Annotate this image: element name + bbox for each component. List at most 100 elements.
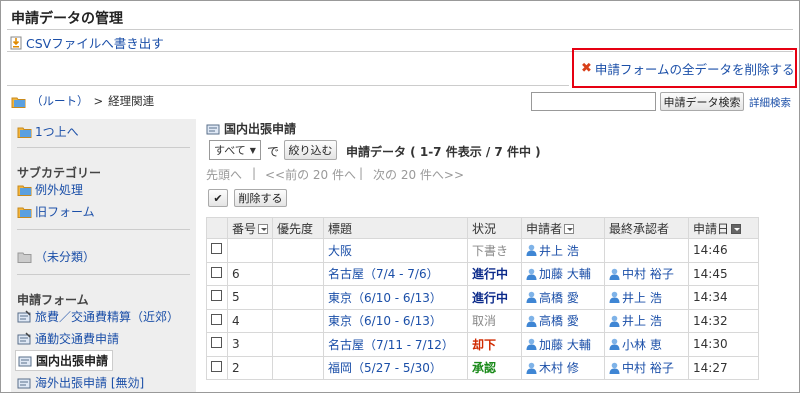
- search-input[interactable]: [531, 92, 656, 111]
- form-icon: [206, 124, 220, 135]
- sidebar-item-exception[interactable]: 例外処理: [17, 181, 83, 198]
- row-checkbox[interactable]: [211, 243, 222, 255]
- row-applicant-link[interactable]: 高橋 愛: [526, 312, 579, 329]
- delete-all-data-link[interactable]: ✖ 申請フォームの全データを削除する: [581, 59, 795, 78]
- row-applicant-cell: 加藤 大輔: [521, 261, 606, 286]
- folder-icon: [11, 97, 26, 108]
- sort-desc-icon[interactable]: [731, 224, 742, 234]
- row-subject-link[interactable]: 大阪: [328, 244, 352, 258]
- row-checkbox[interactable]: [211, 290, 222, 302]
- row-checkbox[interactable]: [211, 266, 222, 278]
- pager-separator: |: [252, 166, 257, 180]
- form-icon: [18, 356, 32, 367]
- row-approver-name: 小林 恵: [622, 337, 662, 352]
- row-approver-link[interactable]: 中村 裕子: [609, 265, 674, 282]
- row-select-cell: [206, 238, 228, 263]
- row-checkbox[interactable]: [211, 313, 222, 325]
- search-button[interactable]: 申請データ検索: [660, 92, 744, 111]
- sidebar-divider: [17, 147, 190, 148]
- form-icon: [17, 332, 31, 345]
- row-date: 14:32: [688, 308, 760, 333]
- row-applicant-link[interactable]: 井上 浩: [526, 242, 579, 259]
- table-row: 3 名古屋（7/11 - 7/12） 却下 加藤 大輔 小林 恵 14:30: [206, 332, 760, 357]
- header-date[interactable]: 申請日: [688, 217, 760, 239]
- row-subject-cell: 東京（6/10 - 6/13）: [323, 285, 469, 310]
- row-number: 5: [226, 285, 274, 310]
- csv-download-icon: [10, 36, 22, 49]
- row-approver-cell: [604, 238, 690, 263]
- table-header-row: 番号 優先度 標題 状況 申請者 最終承認者 申請日: [206, 217, 760, 239]
- row-approver-name: 中村 裕子: [622, 267, 674, 281]
- row-number: 6: [226, 261, 274, 286]
- row-applicant-name: 高橋 愛: [539, 314, 579, 328]
- sidebar-item-uncategorized[interactable]: （未分類）: [17, 248, 95, 265]
- sidebar-form-travel-expense[interactable]: 旅費／交通費精算（近郊）: [17, 308, 179, 325]
- row-number: 4: [226, 308, 274, 333]
- sidebar-item-old-forms[interactable]: 旧フォーム: [17, 203, 95, 220]
- sort-icon[interactable]: [258, 224, 269, 234]
- breadcrumb-current: 経理関連: [108, 94, 155, 108]
- header-number[interactable]: 番号: [226, 217, 274, 239]
- filter-button[interactable]: 絞り込む: [284, 140, 337, 160]
- breadcrumb-separator: >: [93, 94, 104, 108]
- row-checkbox[interactable]: [211, 360, 222, 372]
- form-icon: [17, 378, 31, 389]
- checkmark-icon: ✔: [213, 191, 223, 205]
- row-subject-link[interactable]: 東京（6/10 - 6/13）: [328, 291, 442, 305]
- table-row: 2 福岡（5/27 - 5/30） 承認 木村 修 中村 裕子 14:27: [206, 355, 760, 380]
- row-subject-link[interactable]: 名古屋（7/11 - 7/12）: [328, 338, 454, 352]
- status-filter-select[interactable]: すべて ▼: [209, 140, 261, 160]
- data-table: 番号 優先度 標題 状況 申請者 最終承認者 申請日 大阪 下書き 井上 浩 14:4…: [206, 217, 760, 380]
- row-approver-link[interactable]: 中村 裕子: [609, 359, 674, 376]
- advanced-search-link[interactable]: 詳細検索: [749, 95, 791, 110]
- sidebar-form-domestic-trip[interactable]: 国内出張申請: [15, 350, 114, 371]
- select-all-button[interactable]: ✔: [208, 189, 228, 207]
- row-date: 14:45: [688, 261, 760, 286]
- sidebar-up-link[interactable]: 1つ上へ: [17, 123, 79, 140]
- sidebar-item-label: 例外処理: [35, 183, 84, 197]
- forms-heading: 申請フォーム: [17, 293, 89, 307]
- row-applicant-cell: 高橋 愛: [521, 308, 606, 333]
- breadcrumb-root[interactable]: （ルート）: [31, 93, 89, 109]
- table-row: 6 名古屋（7/4 - 7/6） 進行中 加藤 大輔 中村 裕子 14:45: [206, 261, 760, 286]
- delete-button[interactable]: 削除する: [234, 189, 287, 207]
- row-status: 進行中: [467, 261, 523, 286]
- row-applicant-link[interactable]: 木村 修: [526, 359, 579, 376]
- sidebar-up-label: 1つ上へ: [35, 125, 79, 139]
- sidebar-form-overseas-trip[interactable]: 海外出張申請 [無効]: [17, 374, 144, 391]
- folder-gray-icon: [17, 252, 32, 263]
- filter-label: で: [267, 145, 280, 159]
- sidebar-form-commute[interactable]: 通勤交通費申請: [17, 330, 119, 347]
- user-icon: [609, 362, 620, 374]
- table-body: 大阪 下書き 井上 浩 14:46 6 名古屋（7/4 - 7/6） 進行中 加藤 大輔 中村 …: [206, 238, 760, 380]
- row-priority: [272, 261, 325, 286]
- row-applicant-name: 井上 浩: [539, 243, 579, 258]
- row-applicant-link[interactable]: 高橋 愛: [526, 289, 579, 306]
- form-icon: [17, 310, 31, 323]
- sort-icon[interactable]: [564, 224, 575, 234]
- header-applicant[interactable]: 申請者: [521, 217, 606, 239]
- row-approver-link[interactable]: 井上 浩: [609, 289, 662, 306]
- row-select-cell: [206, 332, 228, 357]
- row-subject-link[interactable]: 名古屋（7/4 - 7/6）: [328, 267, 439, 281]
- row-select-cell: [206, 261, 228, 286]
- row-approver-name: 井上 浩: [622, 314, 662, 328]
- user-icon: [609, 338, 620, 350]
- row-approver-cell: 小林 恵: [604, 332, 690, 357]
- user-icon: [609, 315, 620, 327]
- row-checkbox[interactable]: [211, 337, 222, 349]
- row-applicant-link[interactable]: 加藤 大輔: [526, 265, 591, 282]
- pager-next: 次の 20 件へ>>: [373, 168, 465, 182]
- row-applicant-link[interactable]: 加藤 大輔: [526, 336, 591, 353]
- row-applicant-name: 高橋 愛: [539, 290, 579, 305]
- row-subject-link[interactable]: 福岡（5/27 - 5/30）: [328, 361, 442, 375]
- row-subject-cell: 東京（6/10 - 6/13）: [323, 308, 469, 333]
- row-subject-link[interactable]: 東京（6/10 - 6/13）: [328, 314, 442, 328]
- csv-export-link[interactable]: CSVファイルへ書き出す: [10, 33, 164, 52]
- sidebar-item-label: 海外出張申請 [無効]: [35, 376, 145, 390]
- row-approver-link[interactable]: 井上 浩: [609, 312, 662, 329]
- row-applicant-name: 加藤 大輔: [539, 337, 591, 352]
- row-number: [226, 238, 274, 263]
- row-approver-link[interactable]: 小林 恵: [609, 336, 662, 353]
- form-title-text: 国内出張申請: [224, 122, 297, 136]
